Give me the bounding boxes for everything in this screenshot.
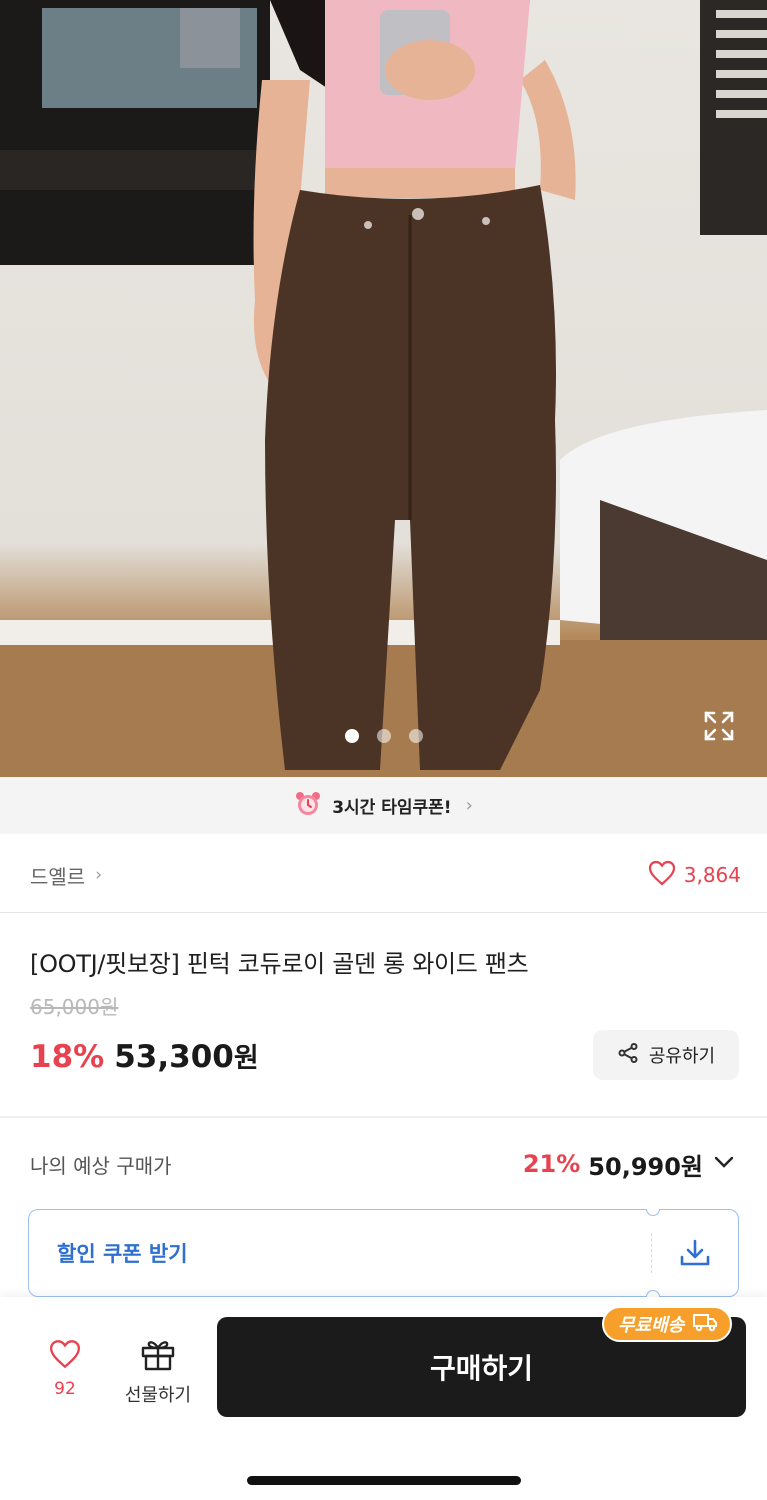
brand-link[interactable]: 드옐르 › xyxy=(30,861,102,890)
gallery-pagination xyxy=(0,729,767,743)
section-divider xyxy=(0,1116,767,1118)
download-icon[interactable] xyxy=(652,1238,738,1268)
bottom-action-bar: 92 선물하기 구매하기 무료배송 xyxy=(0,1297,767,1500)
sale-price-unit: 원 xyxy=(233,1043,259,1074)
brand-row: 드옐르 › 3,864 xyxy=(30,855,741,895)
expected-price: 50,990원 xyxy=(588,1152,703,1181)
gift-label: 선물하기 xyxy=(124,1385,192,1406)
sale-price-number: 53,300 xyxy=(114,1039,234,1075)
coupon-label: 할인 쿠폰 받기 xyxy=(57,1242,188,1266)
pagination-dot[interactable] xyxy=(408,729,423,743)
like-button[interactable]: 92 xyxy=(30,1339,100,1399)
heart-outline-icon xyxy=(48,1339,82,1373)
chevron-right-icon: › xyxy=(95,865,103,885)
time-coupon-banner[interactable]: 3시간 타임쿠폰! › xyxy=(0,777,767,834)
brand-like-button[interactable]: 3,864 xyxy=(648,860,741,891)
product-photo-illustration xyxy=(0,0,767,777)
share-icon xyxy=(617,1042,639,1069)
expected-price-label: 나의 예상 구매가 xyxy=(30,1153,172,1178)
divider xyxy=(0,912,767,913)
coupon-notch xyxy=(646,1209,660,1216)
discount-rate: 18% xyxy=(30,1039,105,1075)
free-shipping-badge: 무료배송 xyxy=(602,1306,733,1342)
gift-button[interactable]: 선물하기 xyxy=(116,1337,200,1407)
sale-price: 53,300원 xyxy=(114,1036,258,1075)
chevron-right-icon: › xyxy=(465,795,473,816)
time-coupon-label: 3시간 타임쿠폰! xyxy=(332,798,452,818)
truck-icon xyxy=(692,1312,718,1337)
expected-price-row[interactable]: 나의 예상 구매가 21% 50,990원 xyxy=(30,1146,737,1182)
expand-icon[interactable] xyxy=(702,709,736,743)
share-button[interactable]: 공유하기 xyxy=(593,1030,739,1080)
brand-like-count: 3,864 xyxy=(683,863,741,887)
free-shipping-label: 무료배송 xyxy=(618,1315,685,1336)
expected-price-value: 21% 50,990원 xyxy=(523,1147,737,1182)
expected-discount-rate: 21% xyxy=(522,1150,581,1178)
coupon-download-card[interactable]: 할인 쿠폰 받기 xyxy=(28,1209,739,1297)
heart-outline-icon xyxy=(648,860,676,891)
original-price: 65,000원 xyxy=(30,995,119,1019)
pagination-dot-active[interactable] xyxy=(344,729,359,743)
chevron-down-icon[interactable] xyxy=(711,1149,737,1179)
alarm-clock-icon xyxy=(294,790,322,822)
brand-name: 드옐르 xyxy=(30,864,86,889)
product-image[interactable] xyxy=(0,0,767,777)
product-title: [OOTJ/핏보장] 핀턱 코듀로이 골덴 롱 와이드 팬츠 xyxy=(30,950,529,978)
like-count: 92 xyxy=(54,1379,76,1399)
home-indicator xyxy=(247,1476,521,1485)
gift-icon xyxy=(140,1337,176,1375)
pagination-dot[interactable] xyxy=(376,729,391,743)
price-row: 18% 53,300원 xyxy=(30,1036,259,1075)
share-label: 공유하기 xyxy=(648,1046,716,1067)
